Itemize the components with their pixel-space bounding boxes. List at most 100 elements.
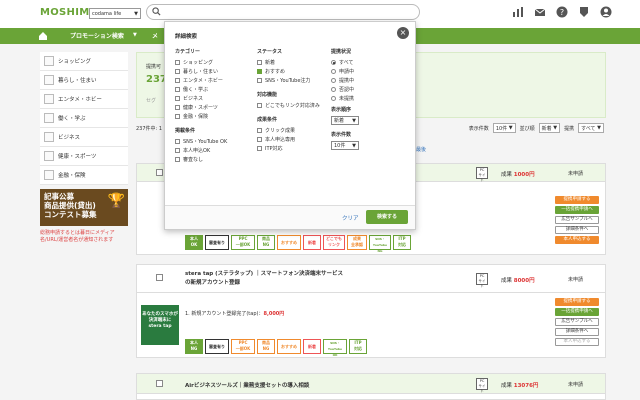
sidebar-item-health[interactable]: 健康・スポーツ — [40, 147, 128, 166]
sidebar-item-entertainment[interactable]: エンタメ・ホビー — [40, 90, 128, 109]
posting-option[interactable]: SNS・YouTube OK — [175, 137, 251, 146]
order-select[interactable]: 新着 ▼ — [331, 116, 359, 125]
checkbox[interactable] — [175, 60, 180, 65]
badge-new: 新着 — [303, 339, 321, 354]
search-submit-button[interactable]: 検索する — [366, 210, 408, 224]
sidebar-item-finance[interactable]: 金融・保険 — [40, 166, 128, 185]
checkbox[interactable] — [175, 69, 180, 74]
checkbox[interactable] — [175, 105, 180, 110]
card-thumbnail[interactable]: あなたのスマホが 決済端末に stera tap — [141, 305, 179, 345]
status-option[interactable]: SNS・YouTube注力 — [257, 76, 333, 85]
per-page-label: 表示件数 — [468, 125, 489, 132]
posting-option[interactable]: 審査なし — [175, 155, 251, 164]
mail-icon[interactable] — [534, 6, 546, 18]
category-option[interactable]: ビジネス — [175, 94, 251, 103]
checkbox[interactable] — [257, 137, 262, 142]
pc-site-icon: PC サイト — [476, 273, 488, 288]
reward-cond-option[interactable]: ITP対応 — [257, 144, 333, 153]
partnership-option[interactable]: 申請中 — [331, 67, 407, 76]
self-apply-button[interactable]: 本人申込する — [555, 236, 599, 244]
bulk-apply-button[interactable]: 一括提携申請へ — [555, 308, 599, 316]
card-title[interactable]: Airビジネスツールズ｜業務支援セットの導入相談 — [185, 381, 309, 389]
apply-button[interactable]: 提携申請する — [555, 298, 599, 306]
partnership-option[interactable]: 否認中 — [331, 85, 407, 94]
card-status: 未申請 — [568, 382, 584, 388]
checkbox[interactable] — [175, 96, 180, 101]
category-option[interactable]: 健康・スポーツ — [175, 103, 251, 112]
nav-item-promotion-search[interactable]: プロモーション検索 — [70, 31, 124, 40]
sidebar-item-work[interactable]: 働く・学ぶ — [40, 109, 128, 128]
reward-cond-option[interactable]: 本人申込専用 — [257, 135, 333, 144]
checkbox-checked[interactable] — [257, 69, 262, 74]
card-checkbox[interactable] — [156, 169, 163, 176]
category-option[interactable]: 暮らし・住まい — [175, 67, 251, 76]
search-input[interactable] — [146, 4, 420, 20]
radio[interactable] — [331, 96, 336, 101]
status-select[interactable]: すべて ▼ — [578, 123, 604, 133]
checkbox[interactable] — [257, 78, 262, 83]
support-option[interactable]: どこでもリンク対応済み — [257, 101, 333, 110]
bulk-apply-button[interactable]: 一括提携申請へ — [555, 206, 599, 214]
details-button[interactable]: 詳細条件へ — [555, 226, 599, 234]
category-option[interactable]: ショッピング — [175, 58, 251, 67]
count-select[interactable]: 10件 ▼ — [331, 141, 359, 150]
user-icon[interactable] — [600, 6, 612, 18]
sidebar-item-business[interactable]: ビジネス — [40, 128, 128, 147]
status-option[interactable]: おすすめ — [257, 67, 333, 76]
popup-title: 詳細検索 — [175, 34, 198, 40]
category-option[interactable]: 金融・保険 — [175, 112, 251, 121]
partnership-option[interactable]: 未提携 — [331, 94, 407, 103]
card-titlebar: Airビジネスツールズ｜業務支援セットの導入相談 PC サイト 成果 13076… — [137, 374, 605, 394]
help-icon[interactable]: ? — [556, 6, 568, 18]
category-option[interactable]: エンタメ・ホビー — [175, 76, 251, 85]
radio[interactable] — [331, 69, 336, 74]
reward-cond-option[interactable]: クリック成果 — [257, 126, 333, 135]
checkbox[interactable] — [257, 103, 262, 108]
status-option[interactable]: 新着 — [257, 58, 333, 67]
self-apply-button-disabled: 本人申込する — [555, 338, 599, 346]
checkbox[interactable] — [175, 87, 180, 92]
badge-review: 審査有り — [205, 339, 229, 354]
radio[interactable] — [331, 78, 336, 83]
category-option[interactable]: 働く・学ぶ — [175, 85, 251, 94]
checkbox[interactable] — [175, 157, 180, 162]
sidebar-item-living[interactable]: 暮らし・住まい — [40, 71, 128, 90]
site-select[interactable]: codama life ▼ — [89, 8, 141, 19]
checkbox[interactable] — [257, 128, 262, 133]
checkbox[interactable] — [257, 146, 262, 151]
apply-button[interactable]: 提携申請する — [555, 196, 599, 204]
checkbox[interactable] — [257, 60, 262, 65]
details-button[interactable]: 詳細条件へ — [555, 328, 599, 336]
ad-sample-button[interactable]: 広告サンプルへ — [555, 216, 599, 224]
per-page-select[interactable]: 10件 ▼ — [492, 123, 516, 133]
status-heading: ステータス — [257, 49, 283, 55]
badge-icon[interactable] — [578, 6, 590, 18]
checkbox[interactable] — [175, 139, 180, 144]
badge-anywhere-link: どこでも リンク — [323, 235, 345, 250]
nav-item-2[interactable]: メ — [152, 31, 158, 40]
card-titlebar: stera tap (ステラタップ) ｜スマートフォン決済端末サービス の新規ア… — [137, 265, 605, 293]
sidebar-item-shopping[interactable]: ショッピング — [40, 52, 128, 71]
partnership-option[interactable]: すべて — [331, 58, 407, 67]
site-select-value: codama life — [92, 10, 122, 17]
card-checkbox[interactable] — [156, 274, 163, 281]
partnership-option[interactable]: 提携中 — [331, 76, 407, 85]
pc-site-icon: PC サイト — [476, 167, 488, 182]
posting-option[interactable]: 本人申込OK — [175, 146, 251, 155]
checkbox[interactable] — [175, 78, 180, 83]
close-icon[interactable]: × — [397, 27, 409, 39]
card-title[interactable]: stera tap (ステラタップ) ｜スマートフォン決済端末サービス の新規ア… — [185, 270, 343, 288]
clear-link[interactable]: クリア — [342, 214, 359, 222]
home-icon[interactable] — [38, 31, 48, 41]
radio-selected[interactable] — [331, 60, 336, 65]
radio[interactable] — [331, 87, 336, 92]
checkbox[interactable] — [175, 148, 180, 153]
ad-sample-button[interactable]: 広告サンプルへ — [555, 318, 599, 326]
card-actions: 提携申請する 一括提携申請へ 広告サンプルへ 詳細条件へ 本人申込する — [555, 196, 599, 244]
card-checkbox[interactable] — [156, 380, 163, 387]
chart-icon[interactable] — [512, 6, 524, 18]
contest-banner[interactable]: 記事公募 商品提供(貸出) コンテスト募集 🏆 — [40, 189, 128, 226]
sort-select[interactable]: 新着 ▼ — [538, 123, 561, 133]
checkbox[interactable] — [175, 114, 180, 119]
pager-last-link[interactable]: 最後 — [416, 146, 426, 153]
